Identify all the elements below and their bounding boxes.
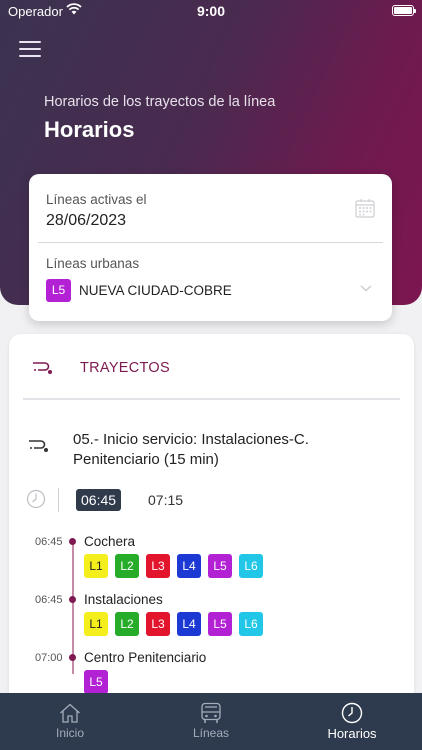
line-badge-l5[interactable]: L5 bbox=[208, 554, 232, 578]
line-badge-l2[interactable]: L2 bbox=[115, 554, 139, 578]
page-title: Horarios bbox=[44, 117, 135, 142]
tab-label: Líneas bbox=[192, 726, 230, 740]
route-title[interactable]: 05.- Inicio servicio: Instalaciones-C. P… bbox=[73, 430, 373, 470]
stop-lines: L5 bbox=[84, 670, 108, 694]
calendar-icon[interactable] bbox=[355, 198, 375, 218]
stop-name: Instalaciones bbox=[84, 592, 163, 607]
departure-time-selected[interactable]: 06:45 bbox=[76, 489, 122, 511]
tab-lineas[interactable]: Líneas bbox=[141, 693, 281, 750]
line-badge-l6[interactable]: L6 bbox=[239, 612, 263, 636]
date-field[interactable]: 28/06/2023 bbox=[46, 212, 126, 230]
line-badge-l4[interactable]: L4 bbox=[177, 612, 201, 636]
timeline-dot bbox=[69, 596, 76, 603]
status-bar: Operador 9:00 bbox=[0, 0, 422, 22]
tab-horarios[interactable]: Horarios bbox=[282, 693, 422, 750]
line-badge-l6[interactable]: L6 bbox=[239, 554, 263, 578]
tab-inicio[interactable]: Inicio bbox=[0, 693, 140, 750]
stop-lines: L1 L2 L3 L4 L5 L6 bbox=[84, 554, 263, 578]
filter-card: Líneas activas el 28/06/2023 Líneas urba… bbox=[29, 174, 392, 321]
route-icon bbox=[33, 362, 52, 374]
line-badge-l1[interactable]: L1 bbox=[84, 612, 108, 636]
stop-time: 06:45 bbox=[35, 536, 63, 548]
time-separator bbox=[58, 488, 59, 512]
section-divider bbox=[23, 398, 400, 400]
hamburger-menu-icon[interactable] bbox=[19, 41, 41, 57]
line-badge-l3[interactable]: L3 bbox=[146, 612, 170, 636]
timeline-dot bbox=[69, 654, 76, 661]
filter-divider bbox=[38, 242, 383, 243]
stop-name: Centro Penitenciario bbox=[84, 650, 207, 665]
bus-icon bbox=[201, 702, 221, 723]
timeline-dot bbox=[69, 538, 76, 545]
active-lines-label: Líneas activas el bbox=[46, 192, 147, 207]
chevron-down-icon[interactable] bbox=[360, 283, 372, 293]
stop-time: 07:00 bbox=[35, 652, 63, 664]
stop-lines: L1 L2 L3 L4 L5 L6 bbox=[84, 612, 263, 636]
tab-label: Inicio bbox=[55, 726, 84, 740]
clock-icon bbox=[341, 702, 363, 724]
selected-line-name[interactable]: NUEVA CIUDAD-COBRE bbox=[79, 283, 232, 298]
battery-icon bbox=[392, 5, 416, 16]
departure-time-option[interactable]: 07:15 bbox=[143, 489, 188, 511]
section-title: TRAYECTOS bbox=[80, 360, 170, 376]
urban-lines-label: Líneas urbanas bbox=[46, 256, 140, 271]
clock-icon bbox=[26, 489, 46, 509]
route-icon bbox=[29, 440, 48, 452]
line-badge-l1[interactable]: L1 bbox=[84, 554, 108, 578]
line-badge-l5[interactable]: L5 bbox=[208, 612, 232, 636]
stop-name: Cochera bbox=[84, 534, 136, 549]
status-time: 9:00 bbox=[196, 3, 226, 19]
bottom-tab-bar: Inicio Líneas Horarios bbox=[0, 693, 422, 750]
home-icon bbox=[60, 703, 80, 723]
line-badge-l4[interactable]: L4 bbox=[177, 554, 201, 578]
line-badge-l2[interactable]: L2 bbox=[115, 612, 139, 636]
tab-label: Horarios bbox=[327, 726, 377, 741]
line-badge-l3[interactable]: L3 bbox=[146, 554, 170, 578]
selected-line-badge[interactable]: L5 bbox=[46, 279, 71, 302]
stop-time: 06:45 bbox=[35, 594, 63, 606]
page-subtitle: Horarios de los trayectos de la línea bbox=[44, 94, 276, 110]
routes-card: TRAYECTOS 05.- Inicio servicio: Instalac… bbox=[9, 334, 414, 714]
line-badge-l5[interactable]: L5 bbox=[84, 670, 108, 694]
